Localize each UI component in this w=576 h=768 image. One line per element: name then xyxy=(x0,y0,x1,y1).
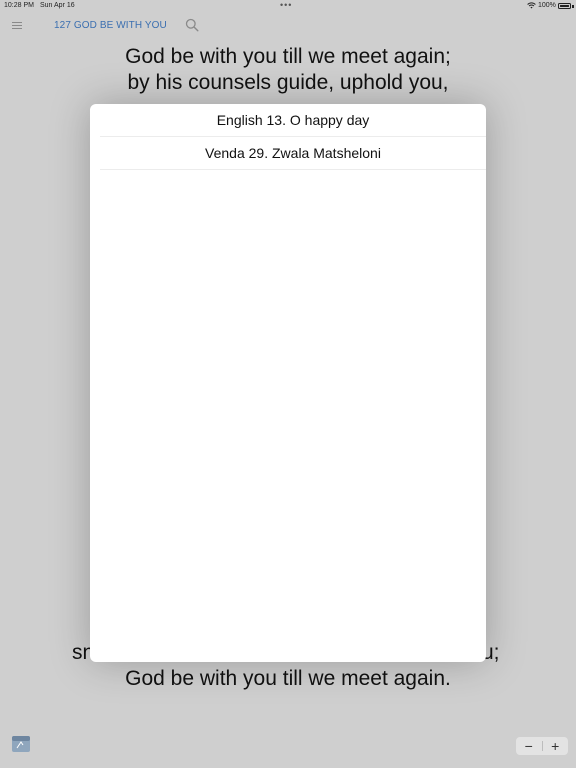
related-hymns-popover: English 13. O happy day Venda 29. Zwala … xyxy=(90,104,486,662)
multitasking-dots-icon[interactable]: ••• xyxy=(280,0,292,10)
hymn-title-link[interactable]: 127 GOD BE WITH YOU xyxy=(54,20,167,31)
status-date: Sun Apr 16 xyxy=(40,2,75,9)
battery-tip xyxy=(572,5,574,8)
menu-icon[interactable] xyxy=(12,22,22,30)
wifi-icon xyxy=(527,2,536,9)
status-time: 10:28 PM xyxy=(4,2,34,9)
font-size-stepper: − + xyxy=(516,737,568,755)
list-item-english-13[interactable]: English 13. O happy day xyxy=(100,104,486,137)
decrease-font-button[interactable]: − xyxy=(516,737,542,755)
hymn-line: God be with you till we meet again. xyxy=(125,667,451,690)
hymnbook-icon[interactable] xyxy=(11,733,31,753)
hymn-line: God be with you till we meet again; xyxy=(125,45,451,68)
battery-percent: 100% xyxy=(538,2,556,9)
list-item-venda-29[interactable]: Venda 29. Zwala Matsheloni xyxy=(100,137,486,170)
hymn-line: by his counsels guide, uphold you, xyxy=(127,71,449,94)
status-bar: 10:28 PM Sun Apr 16 ••• 100% xyxy=(0,0,576,12)
battery-icon xyxy=(558,3,571,9)
navigation-bar: 127 GOD BE WITH YOU xyxy=(0,14,576,38)
increase-font-button[interactable]: + xyxy=(543,737,569,755)
search-icon[interactable] xyxy=(185,18,199,32)
hymn-text-top: God be with you till we meet again; by h… xyxy=(0,44,576,96)
